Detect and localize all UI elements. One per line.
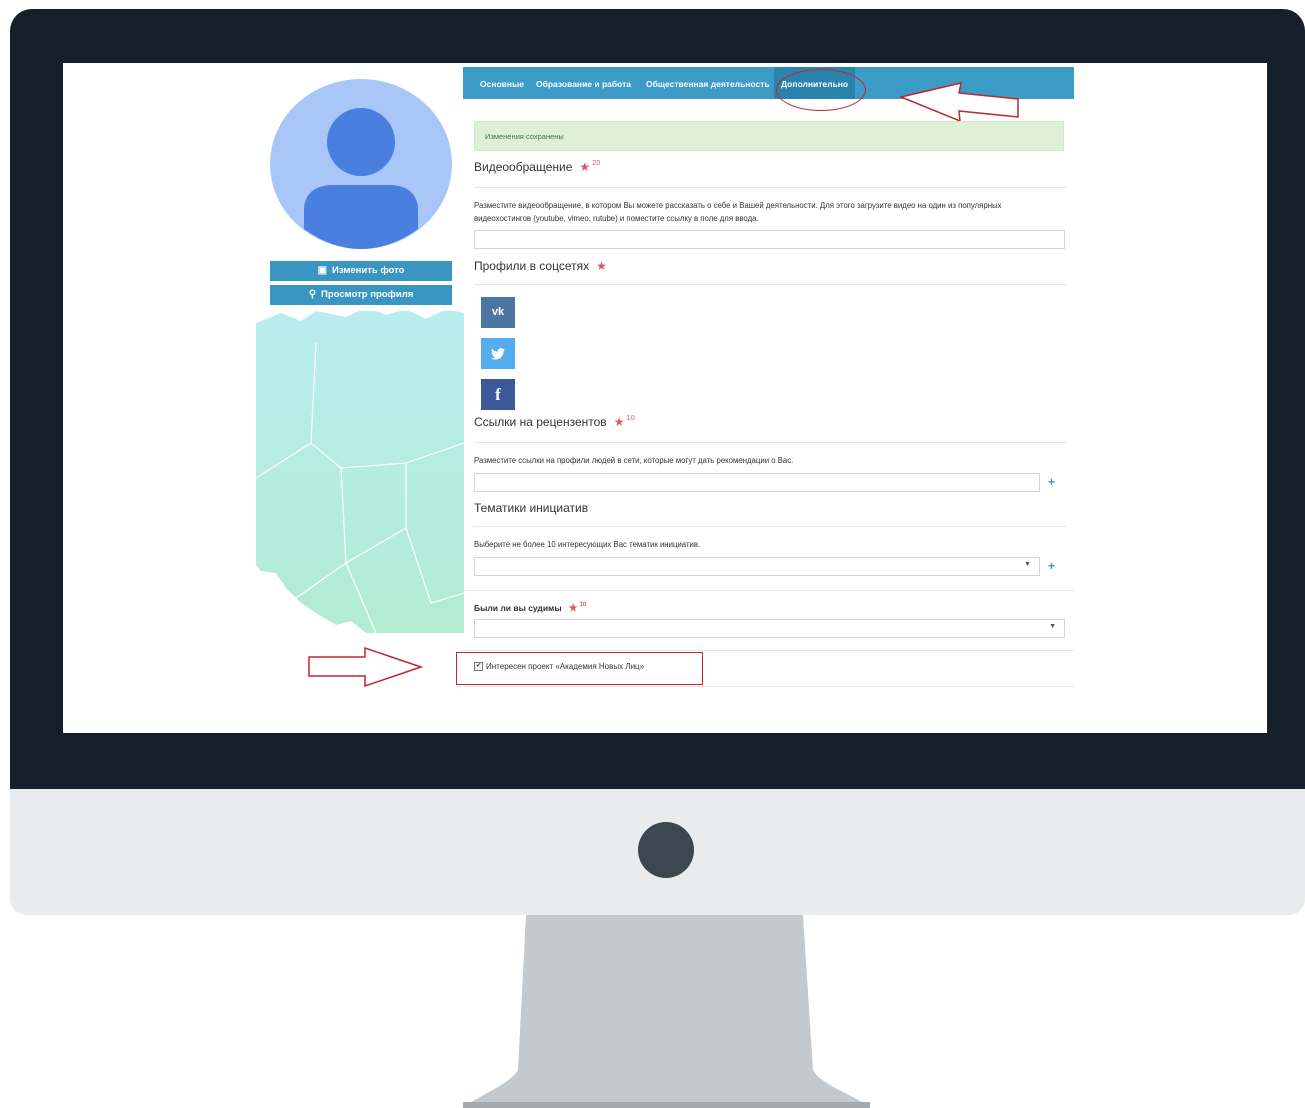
star-icon: ★ xyxy=(568,603,578,614)
profile-card: ▣ Изменить фото ⚲ Просмотр профиля xyxy=(256,67,463,311)
annotation-arrow-left xyxy=(899,82,1019,123)
monitor-camera-dot xyxy=(638,822,694,878)
reviewers-section-title: Ссылки на рецензентов ★ 10 xyxy=(474,413,635,429)
divider xyxy=(463,650,1074,651)
add-reviewer-button[interactable]: + xyxy=(1048,475,1055,489)
search-icon: ⚲ xyxy=(308,289,317,300)
video-points: 20 xyxy=(592,158,601,167)
tab-social-activity[interactable]: Общественная деятельность xyxy=(646,67,770,99)
map-background xyxy=(256,307,464,633)
twitter-icon[interactable] xyxy=(481,338,515,369)
image-icon: ▣ xyxy=(317,265,328,276)
divider xyxy=(463,590,1074,591)
convicted-select[interactable]: ▼ xyxy=(474,619,1065,638)
facebook-icon[interactable]: f xyxy=(481,379,515,410)
monitor-stand xyxy=(463,915,870,1108)
reviewers-points: 10 xyxy=(626,413,635,422)
star-icon: ★ xyxy=(579,160,591,174)
annotation-arrow-right xyxy=(308,646,424,688)
add-topic-button[interactable]: + xyxy=(1048,559,1055,573)
divider xyxy=(474,187,1067,188)
view-profile-button[interactable]: ⚲ Просмотр профиля xyxy=(270,285,452,305)
topics-section-title: Тематики инициатив xyxy=(474,501,589,515)
change-photo-button[interactable]: ▣ Изменить фото xyxy=(270,261,452,281)
topics-help-text: Выберите не более 10 интересующих Вас те… xyxy=(474,540,701,549)
chevron-down-icon: ▼ xyxy=(1049,623,1056,630)
tab-basic[interactable]: Основные xyxy=(480,67,524,99)
star-icon: ★ xyxy=(613,415,625,429)
annotation-box xyxy=(456,652,703,685)
divider xyxy=(463,686,1074,687)
chevron-down-icon: ▼ xyxy=(1024,561,1031,568)
divider xyxy=(474,284,1067,285)
convicted-section-title: Были ли вы судимы ★ 10 xyxy=(474,602,587,614)
avatar xyxy=(270,79,452,249)
social-section-title: Профили в соцсетях ★ xyxy=(474,259,607,273)
video-help-text: Разместите видеообращение, в котором Вы … xyxy=(474,201,1002,223)
tab-education[interactable]: Образование и работа xyxy=(536,67,631,99)
convicted-points: 10 xyxy=(579,602,587,608)
divider xyxy=(474,526,1067,527)
screen: ▣ Изменить фото ⚲ Просмотр профиля Основны… xyxy=(63,63,1267,733)
star-icon: ★ xyxy=(596,259,607,273)
video-link-input[interactable] xyxy=(474,230,1065,249)
topics-select[interactable]: ▼ xyxy=(474,557,1040,576)
saved-alert: Изменения сохранены xyxy=(474,121,1064,151)
divider xyxy=(474,442,1067,443)
reviewers-help-text: Разместите ссылки на профили людей в сет… xyxy=(474,456,794,465)
vk-icon[interactable]: vk xyxy=(481,297,515,328)
video-section-title: Видеообращение ★ 20 xyxy=(474,158,601,174)
annotation-circle xyxy=(776,69,866,111)
reviewers-link-input[interactable] xyxy=(474,473,1040,492)
